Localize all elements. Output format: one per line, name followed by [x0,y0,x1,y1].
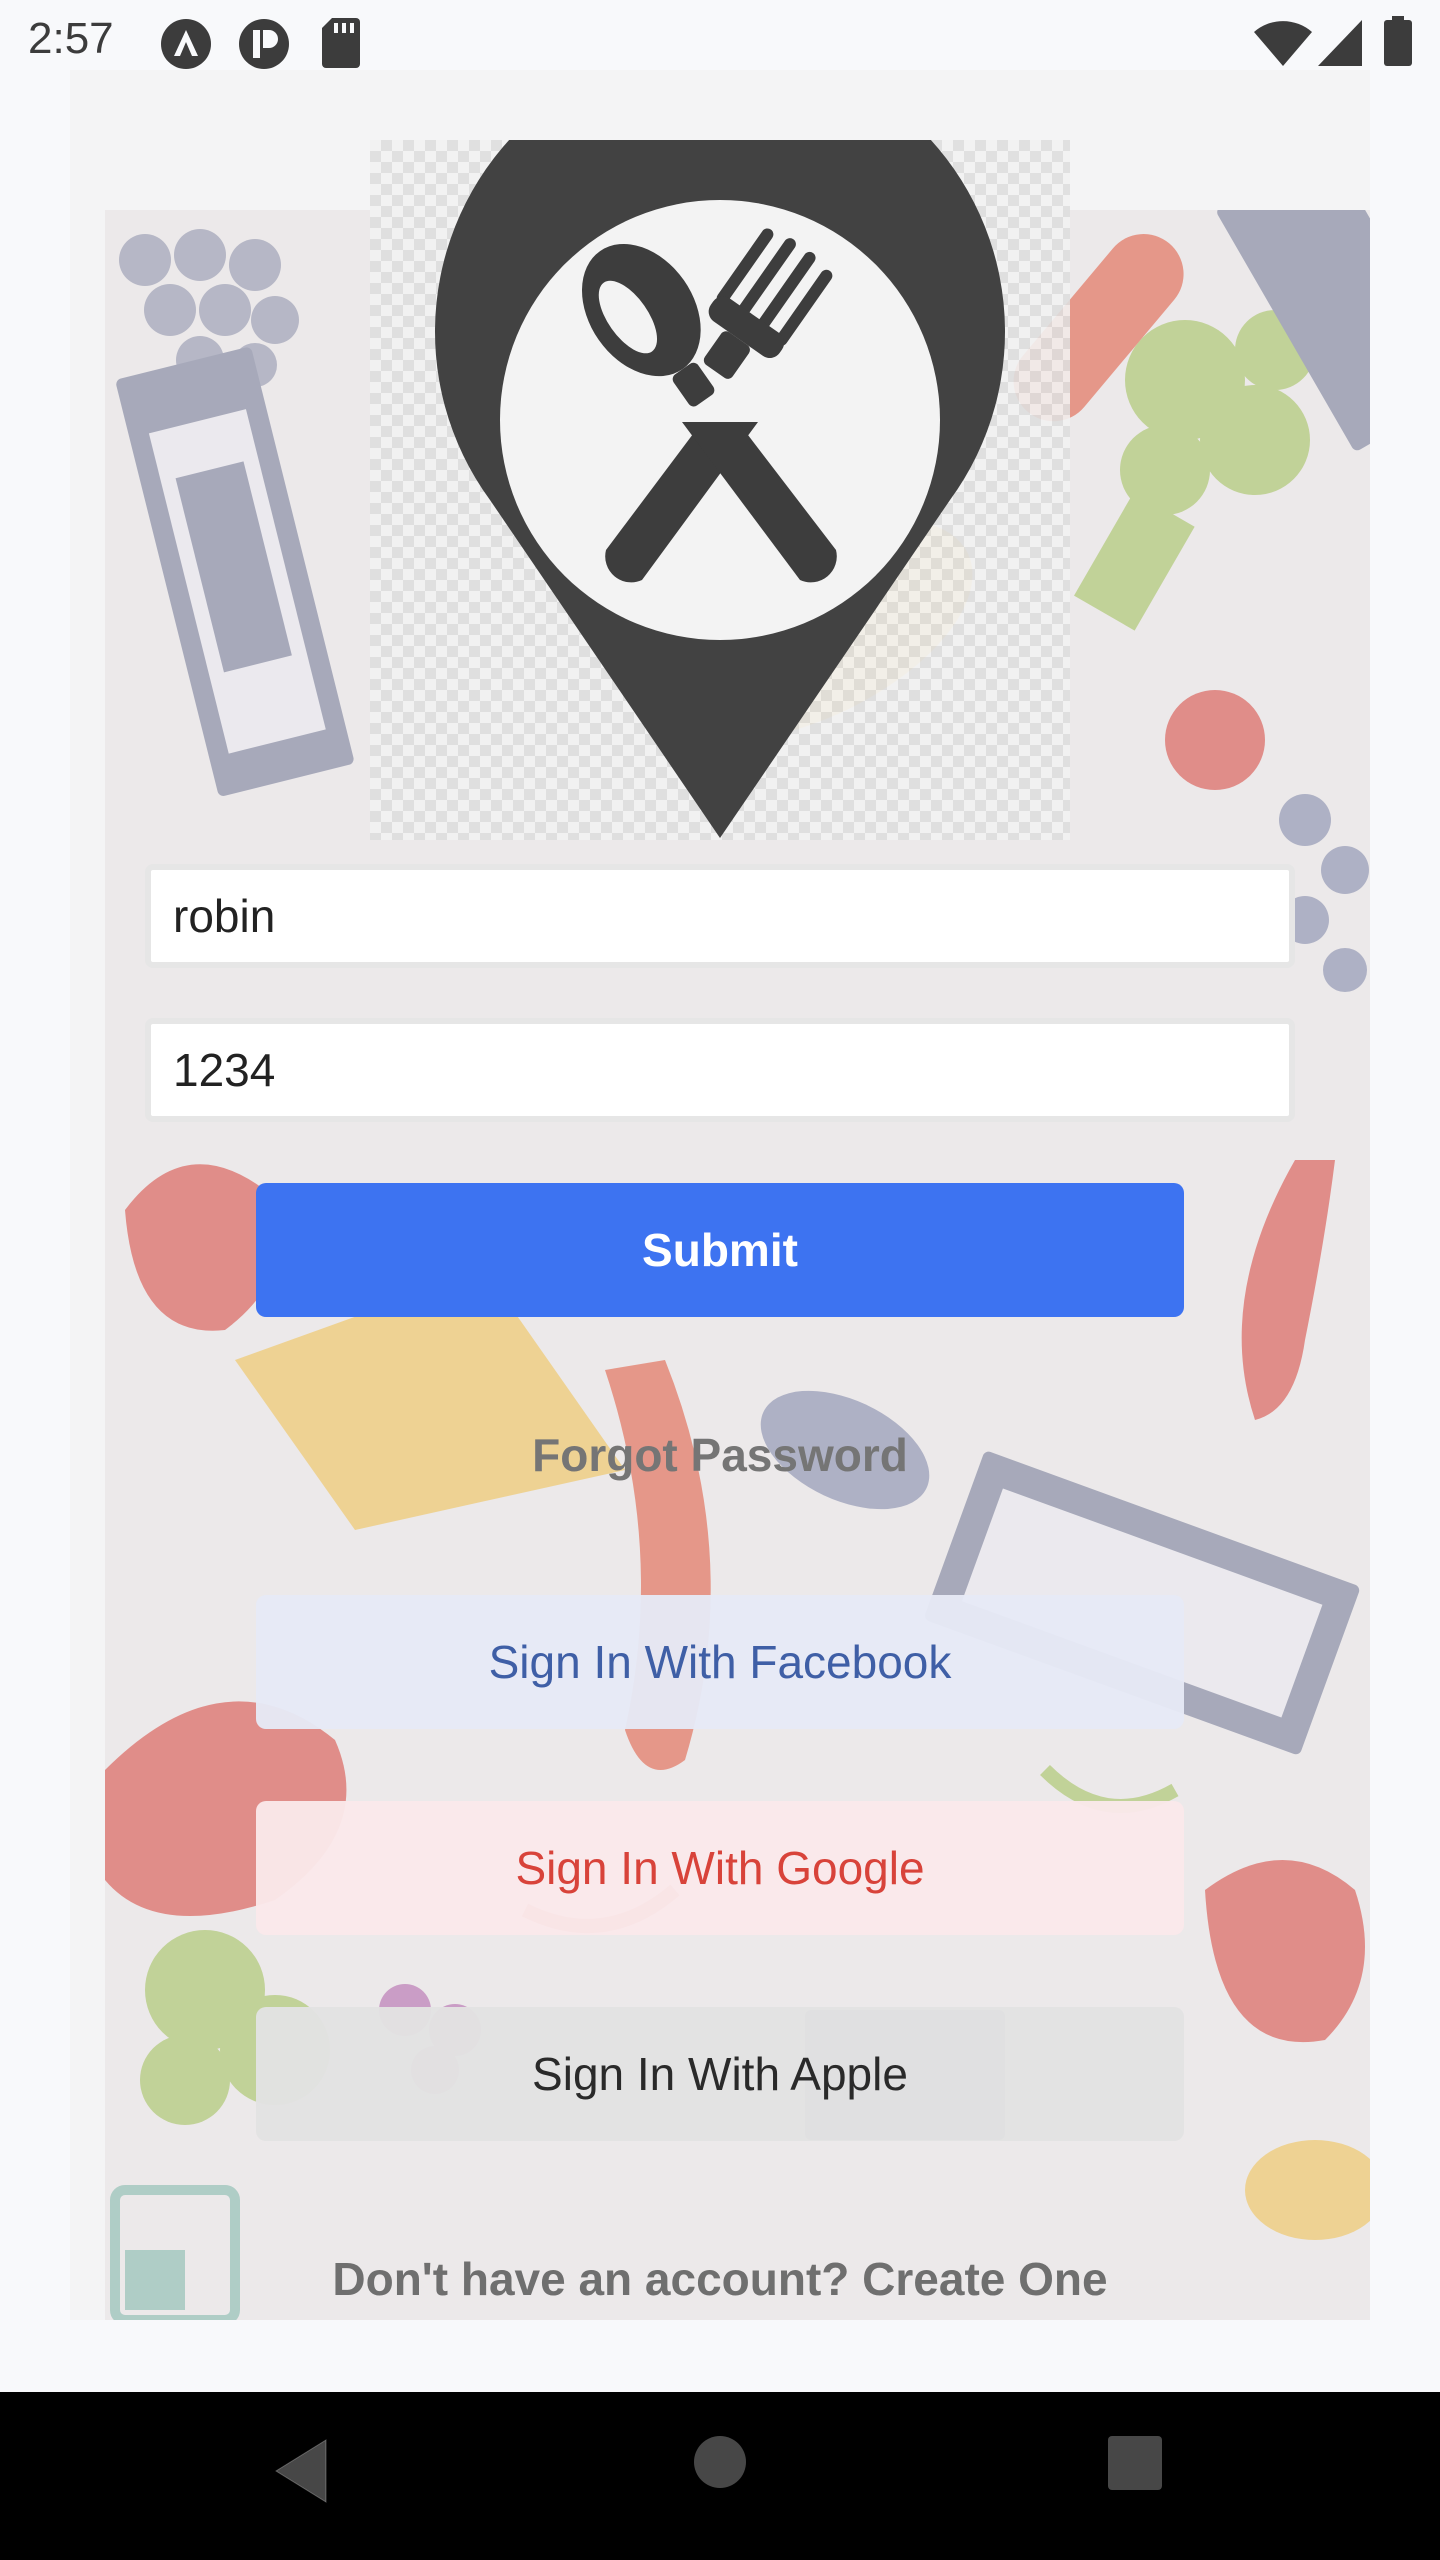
username-input[interactable] [151,870,1289,962]
app-p-icon [238,18,290,75]
recents-icon[interactable] [1108,2436,1162,2495]
sd-card-icon [322,18,360,73]
create-account-link[interactable]: Don't have an account? Create One [70,2252,1370,2306]
facebook-sign-in-button[interactable]: Sign In With Facebook [256,1595,1184,1729]
username-field[interactable] [145,864,1295,968]
apple-sign-in-label: Sign In With Apple [532,2048,908,2100]
facebook-sign-in-label: Sign In With Facebook [488,1636,952,1688]
cell-signal-icon [1318,20,1362,71]
status-time: 2:57 [28,14,114,63]
battery-icon [1384,16,1412,71]
submit-button-label: Submit [642,1224,798,1276]
password-input[interactable] [151,1024,1289,1116]
app-a-icon [160,18,212,75]
password-field[interactable] [145,1018,1295,1122]
google-sign-in-label: Sign In With Google [515,1842,925,1894]
navigation-bar [0,2392,1440,2560]
google-sign-in-button[interactable]: Sign In With Google [256,1801,1184,1935]
location-pin-fork-spoon-icon [370,70,1070,845]
submit-button[interactable]: Submit [256,1183,1184,1317]
forgot-password-link[interactable]: Forgot Password [70,1428,1370,1482]
apple-sign-in-button[interactable]: Sign In With Apple [256,2007,1184,2141]
back-icon[interactable] [270,2436,330,2511]
wifi-icon [1254,20,1312,71]
home-icon[interactable] [692,2434,748,2495]
login-screen: Submit Forgot Password Sign In With Face… [70,70,1370,2320]
